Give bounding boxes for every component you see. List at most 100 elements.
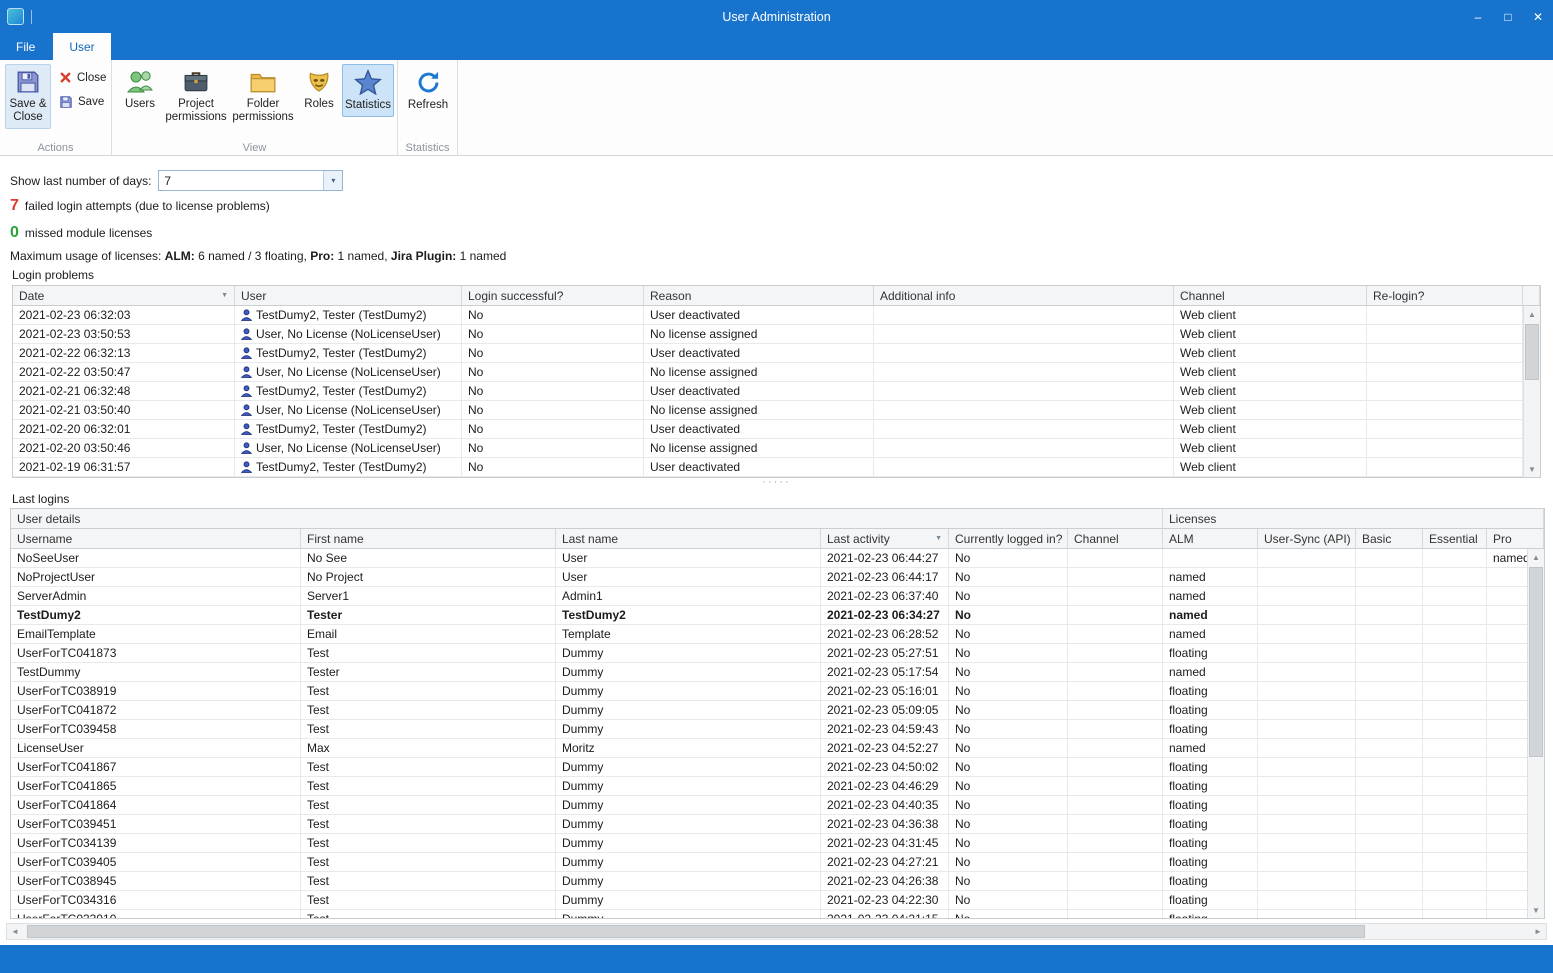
- table-row[interactable]: UserForTC038919TestDummy2021-02-23 05:16…: [11, 682, 1544, 701]
- table-row[interactable]: EmailTemplateEmailTemplate2021-02-23 06:…: [11, 625, 1544, 644]
- table-row[interactable]: NoSeeUserNo SeeUser2021-02-23 06:44:27No…: [11, 549, 1544, 568]
- save-and-close-button[interactable]: Save & Close: [5, 64, 51, 129]
- minimize-button[interactable]: –: [1463, 0, 1493, 33]
- maximize-button[interactable]: □: [1493, 0, 1523, 33]
- table-row[interactable]: UserForTC041873TestDummy2021-02-23 05:27…: [11, 644, 1544, 663]
- table-row[interactable]: TestDumy2TesterTestDumy22021-02-23 06:34…: [11, 606, 1544, 625]
- scroll-up-icon[interactable]: ▲: [1524, 306, 1540, 322]
- cell: 2021-02-23 04:36:38: [821, 815, 949, 834]
- close-button[interactable]: Close: [55, 70, 110, 85]
- cell: [874, 420, 1174, 439]
- table-row[interactable]: 2021-02-21 06:32:48TestDumy2, Tester (Te…: [13, 382, 1540, 401]
- table-row[interactable]: 2021-02-21 03:50:40User, No License (NoL…: [13, 401, 1540, 420]
- scroll-right-icon[interactable]: ►: [1530, 924, 1546, 939]
- titlebar: User Administration – □ ✕: [0, 0, 1553, 33]
- column-header-label: Re-login?: [1373, 289, 1424, 303]
- column-header[interactable]: Date▼: [13, 286, 235, 306]
- column-header[interactable]: First name: [301, 529, 556, 549]
- column-header[interactable]: Additional info: [874, 286, 1174, 306]
- column-header[interactable]: User-Sync (API): [1258, 529, 1356, 549]
- cell: TestDumy2: [556, 606, 821, 625]
- save-button[interactable]: Save: [55, 94, 108, 110]
- scroll-left-icon[interactable]: ◄: [7, 924, 23, 939]
- table-row[interactable]: TestDummyTesterDummy2021-02-23 05:17:54N…: [11, 663, 1544, 682]
- table-row[interactable]: 2021-02-20 03:50:46User, No License (NoL…: [13, 439, 1540, 458]
- column-header[interactable]: ALM: [1163, 529, 1258, 549]
- table-row[interactable]: UserForTC041872TestDummy2021-02-23 05:09…: [11, 701, 1544, 720]
- column-header[interactable]: Channel: [1068, 529, 1163, 549]
- group-header[interactable]: Licenses: [1163, 509, 1544, 529]
- scroll-thumb[interactable]: [1525, 324, 1539, 380]
- vertical-scrollbar[interactable]: ▲ ▼: [1527, 549, 1544, 918]
- refresh-button[interactable]: Refresh: [402, 64, 454, 117]
- table-row[interactable]: UserForTC041867TestDummy2021-02-23 04:50…: [11, 758, 1544, 777]
- column-header[interactable]: Pro: [1487, 529, 1544, 549]
- scroll-thumb[interactable]: [1529, 567, 1543, 757]
- user-icon: [241, 328, 252, 340]
- table-row[interactable]: UserForTC034316TestDummy2021-02-23 04:22…: [11, 891, 1544, 910]
- statistics-button[interactable]: Statistics: [342, 64, 394, 117]
- user-icon: [241, 385, 252, 397]
- scroll-down-icon[interactable]: ▼: [1528, 902, 1544, 918]
- column-header[interactable]: Re-login?: [1367, 286, 1523, 306]
- roles-button[interactable]: Roles: [298, 64, 340, 116]
- cell: [1356, 549, 1423, 568]
- cell: [1367, 306, 1523, 325]
- table-row[interactable]: 2021-02-23 06:32:03TestDumy2, Tester (Te…: [13, 306, 1540, 325]
- chevron-down-icon[interactable]: ▾: [323, 171, 342, 190]
- table-row[interactable]: UserForTC039458TestDummy2021-02-23 04:59…: [11, 720, 1544, 739]
- column-header[interactable]: Last name: [556, 529, 821, 549]
- table-row[interactable]: UserForTC034139TestDummy2021-02-23 04:31…: [11, 834, 1544, 853]
- table-row[interactable]: 2021-02-22 03:50:47User, No License (NoL…: [13, 363, 1540, 382]
- vertical-scrollbar[interactable]: ▲ ▼: [1523, 306, 1540, 477]
- project-permissions-button[interactable]: Project permissions: [164, 64, 228, 129]
- table-row[interactable]: 2021-02-22 06:32:13TestDumy2, Tester (Te…: [13, 344, 1540, 363]
- cell: [1367, 382, 1523, 401]
- column-header[interactable]: Essential: [1423, 529, 1487, 549]
- close-window-button[interactable]: ✕: [1523, 0, 1553, 33]
- table-row[interactable]: UserForTC041864TestDummy2021-02-23 04:40…: [11, 796, 1544, 815]
- tab-user[interactable]: User: [53, 33, 110, 60]
- table-row[interactable]: UserForTC038945TestDummy2021-02-23 04:26…: [11, 872, 1544, 891]
- column-header[interactable]: Login successful?: [462, 286, 644, 306]
- table-row[interactable]: 2021-02-19 06:31:57TestDumy2, Tester (Te…: [13, 458, 1540, 477]
- cell: [1423, 625, 1487, 644]
- column-header[interactable]: Channel: [1174, 286, 1367, 306]
- scroll-up-icon[interactable]: ▲: [1528, 549, 1544, 565]
- column-header[interactable]: Reason: [644, 286, 874, 306]
- horizontal-scrollbar[interactable]: ◄ ►: [6, 923, 1547, 940]
- cell: [1423, 606, 1487, 625]
- table-row[interactable]: UserForTC041865TestDummy2021-02-23 04:46…: [11, 777, 1544, 796]
- users-button[interactable]: Users: [118, 64, 162, 116]
- table-row[interactable]: ServerAdminServer1Admin12021-02-23 06:37…: [11, 587, 1544, 606]
- cell: No: [949, 663, 1068, 682]
- column-header[interactable]: Username: [11, 529, 301, 549]
- login-problems-title: Login problems: [12, 268, 94, 282]
- group-header[interactable]: User details: [11, 509, 1163, 529]
- days-combobox[interactable]: 7 ▾: [158, 170, 343, 191]
- cell: Template: [556, 625, 821, 644]
- column-header[interactable]: Basic: [1356, 529, 1423, 549]
- cell: Dummy: [556, 796, 821, 815]
- table-row[interactable]: NoProjectUserNo ProjectUser2021-02-23 06…: [11, 568, 1544, 587]
- scroll-down-icon[interactable]: ▼: [1524, 461, 1540, 477]
- tab-file[interactable]: File: [0, 33, 51, 60]
- table-row[interactable]: UserForTC033910TestDummy2021-02-23 04:21…: [11, 910, 1544, 918]
- last-logins-groups: User detailsLicenses: [11, 509, 1544, 529]
- cell: No: [949, 720, 1068, 739]
- cell: [1423, 834, 1487, 853]
- folder-permissions-button[interactable]: Folder permissions: [230, 64, 296, 129]
- column-header[interactable]: Last activity▼: [821, 529, 949, 549]
- splitter-handle[interactable]: ·····: [0, 478, 1553, 488]
- table-row[interactable]: UserForTC039451TestDummy2021-02-23 04:36…: [11, 815, 1544, 834]
- column-header[interactable]: Currently logged in?: [949, 529, 1068, 549]
- table-row[interactable]: 2021-02-23 03:50:53User, No License (NoL…: [13, 325, 1540, 344]
- table-row[interactable]: 2021-02-20 06:32:01TestDumy2, Tester (Te…: [13, 420, 1540, 439]
- scroll-thumb[interactable]: [27, 925, 1365, 938]
- cell: [1068, 663, 1163, 682]
- missed-licenses-count: 0: [10, 224, 19, 242]
- cell: [1068, 796, 1163, 815]
- table-row[interactable]: LicenseUserMaxMoritz2021-02-23 04:52:27N…: [11, 739, 1544, 758]
- table-row[interactable]: UserForTC039405TestDummy2021-02-23 04:27…: [11, 853, 1544, 872]
- column-header[interactable]: User: [235, 286, 462, 306]
